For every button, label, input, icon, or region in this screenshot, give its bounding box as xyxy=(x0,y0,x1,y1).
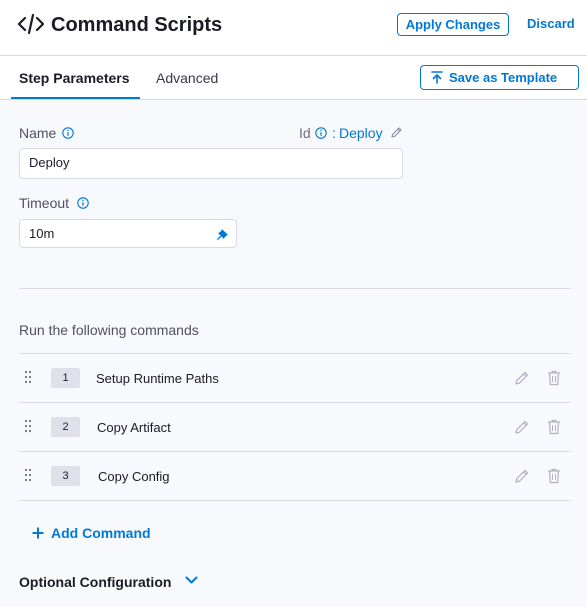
panel-header: Command Scripts Apply Changes Discard xyxy=(0,0,587,56)
command-index: 1 xyxy=(51,368,80,388)
pin-icon xyxy=(217,229,228,240)
drag-handle-icon[interactable] xyxy=(24,419,32,433)
upload-icon xyxy=(431,71,443,84)
timeout-input[interactable]: 10m xyxy=(19,219,211,248)
code-icon xyxy=(18,13,44,35)
command-name: Copy Config xyxy=(98,469,170,484)
save-as-template-button[interactable]: Save as Template xyxy=(420,65,579,90)
apply-changes-button[interactable]: Apply Changes xyxy=(397,13,509,36)
tab-advanced[interactable]: Advanced xyxy=(156,69,218,87)
add-command-label: Add Command xyxy=(51,525,151,541)
info-icon xyxy=(315,127,327,139)
optional-configuration-toggle[interactable]: Optional Configuration xyxy=(19,573,171,591)
chevron-down-icon[interactable] xyxy=(185,576,198,585)
commands-section-title: Run the following commands xyxy=(19,322,199,338)
trash-icon[interactable] xyxy=(547,419,561,435)
tab-bar: Step Parameters Advanced Save as Templat… xyxy=(0,56,587,100)
page-title: Command Scripts xyxy=(51,14,223,36)
add-command-button[interactable]: Add Command xyxy=(32,523,151,543)
id-label: Id xyxy=(299,125,311,141)
trash-icon[interactable] xyxy=(547,468,561,484)
info-icon xyxy=(77,197,89,209)
pencil-icon[interactable] xyxy=(514,370,530,386)
command-index: 2 xyxy=(51,417,80,437)
discard-button[interactable]: Discard xyxy=(527,15,575,33)
pencil-icon[interactable] xyxy=(514,468,530,484)
runtime-input-toggle[interactable] xyxy=(210,219,237,248)
command-name: Copy Artifact xyxy=(97,420,171,435)
save-as-template-label: Save as Template xyxy=(449,70,558,85)
drag-handle-icon[interactable] xyxy=(24,370,32,384)
edit-id-pencil-icon[interactable] xyxy=(390,126,403,139)
id-value: Deploy xyxy=(339,125,383,141)
info-icon xyxy=(62,127,74,139)
drag-handle-icon[interactable] xyxy=(24,468,32,482)
name-label: Name xyxy=(19,125,57,141)
plus-icon xyxy=(32,527,44,539)
active-tab-indicator xyxy=(11,97,140,99)
pencil-icon[interactable] xyxy=(514,419,530,435)
command-row[interactable]: 3 Copy Config xyxy=(19,452,571,501)
tab-step-parameters[interactable]: Step Parameters xyxy=(19,69,130,87)
trash-icon[interactable] xyxy=(547,370,561,386)
id-separator: : xyxy=(332,125,336,141)
command-row[interactable]: 2 Copy Artifact xyxy=(19,403,571,452)
command-name: Setup Runtime Paths xyxy=(96,371,219,386)
name-input[interactable]: Deploy xyxy=(19,148,403,179)
timeout-label: Timeout xyxy=(19,195,70,211)
command-index: 3 xyxy=(51,466,80,486)
command-row[interactable]: 1 Setup Runtime Paths xyxy=(19,354,571,403)
section-divider xyxy=(19,288,571,289)
